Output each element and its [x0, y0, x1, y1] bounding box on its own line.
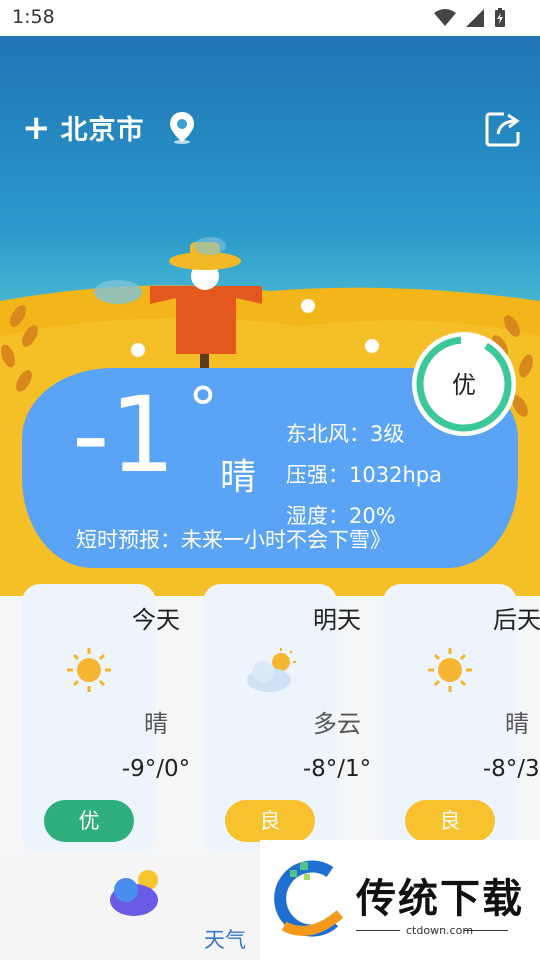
tab-weather[interactable]: 天气	[90, 866, 246, 952]
partly-cloudy-icon	[247, 648, 296, 692]
day-card-day-after[interactable]: 后天 晴 -8°/3° 良	[383, 584, 540, 852]
watermark-logo-icon	[274, 860, 344, 937]
weather-tab-icon	[110, 870, 158, 916]
watermark-title: 传统下载	[356, 876, 524, 922]
daily-forecast: 今天 晴 -9°/0° 优 明天 多云 -8°/1° 良 后天 晴 -8°/3°…	[0, 584, 540, 856]
sun-icon	[67, 648, 111, 692]
location-pin-icon[interactable]	[169, 111, 195, 144]
pressure-info: 压强：1032hpa	[286, 463, 442, 487]
aqi-label: 优	[452, 371, 476, 399]
tab-weather-label: 天气	[204, 928, 246, 952]
status-time: 1:58	[12, 6, 55, 28]
signal-icon	[466, 9, 484, 27]
day-temp-range: -8°/3°	[482, 756, 540, 782]
day-condition: 晴	[505, 710, 529, 738]
day-card-today[interactable]: 今天 晴 -9°/0° 优	[22, 584, 190, 852]
short-forecast-link[interactable]: 短时预报：未来一小时不会下雪》	[76, 524, 391, 554]
battery-icon	[495, 8, 505, 27]
current-condition: 晴	[220, 457, 257, 498]
day-card-tomorrow[interactable]: 明天 多云 -8°/1° 良	[203, 584, 371, 852]
watermark-site: ctdown.com	[406, 924, 474, 937]
sun-icon	[428, 648, 472, 692]
share-icon[interactable]	[484, 110, 522, 148]
day-name: 后天	[493, 606, 540, 634]
degree-symbol: °	[188, 375, 218, 445]
current-temperature: -1	[72, 374, 176, 496]
add-city-icon[interactable]: +	[22, 111, 51, 145]
day-aqi-badge: 良	[225, 800, 315, 842]
location-bar: + 北京市	[22, 108, 195, 147]
day-aqi-badge: 良	[405, 800, 495, 842]
watermark-overlay: 传统下载 ctdown.com	[260, 840, 540, 960]
status-bar: 1:58	[0, 0, 540, 36]
day-aqi-badge: 优	[44, 800, 134, 842]
wifi-icon	[434, 9, 456, 26]
city-name[interactable]: 北京市	[61, 108, 145, 147]
